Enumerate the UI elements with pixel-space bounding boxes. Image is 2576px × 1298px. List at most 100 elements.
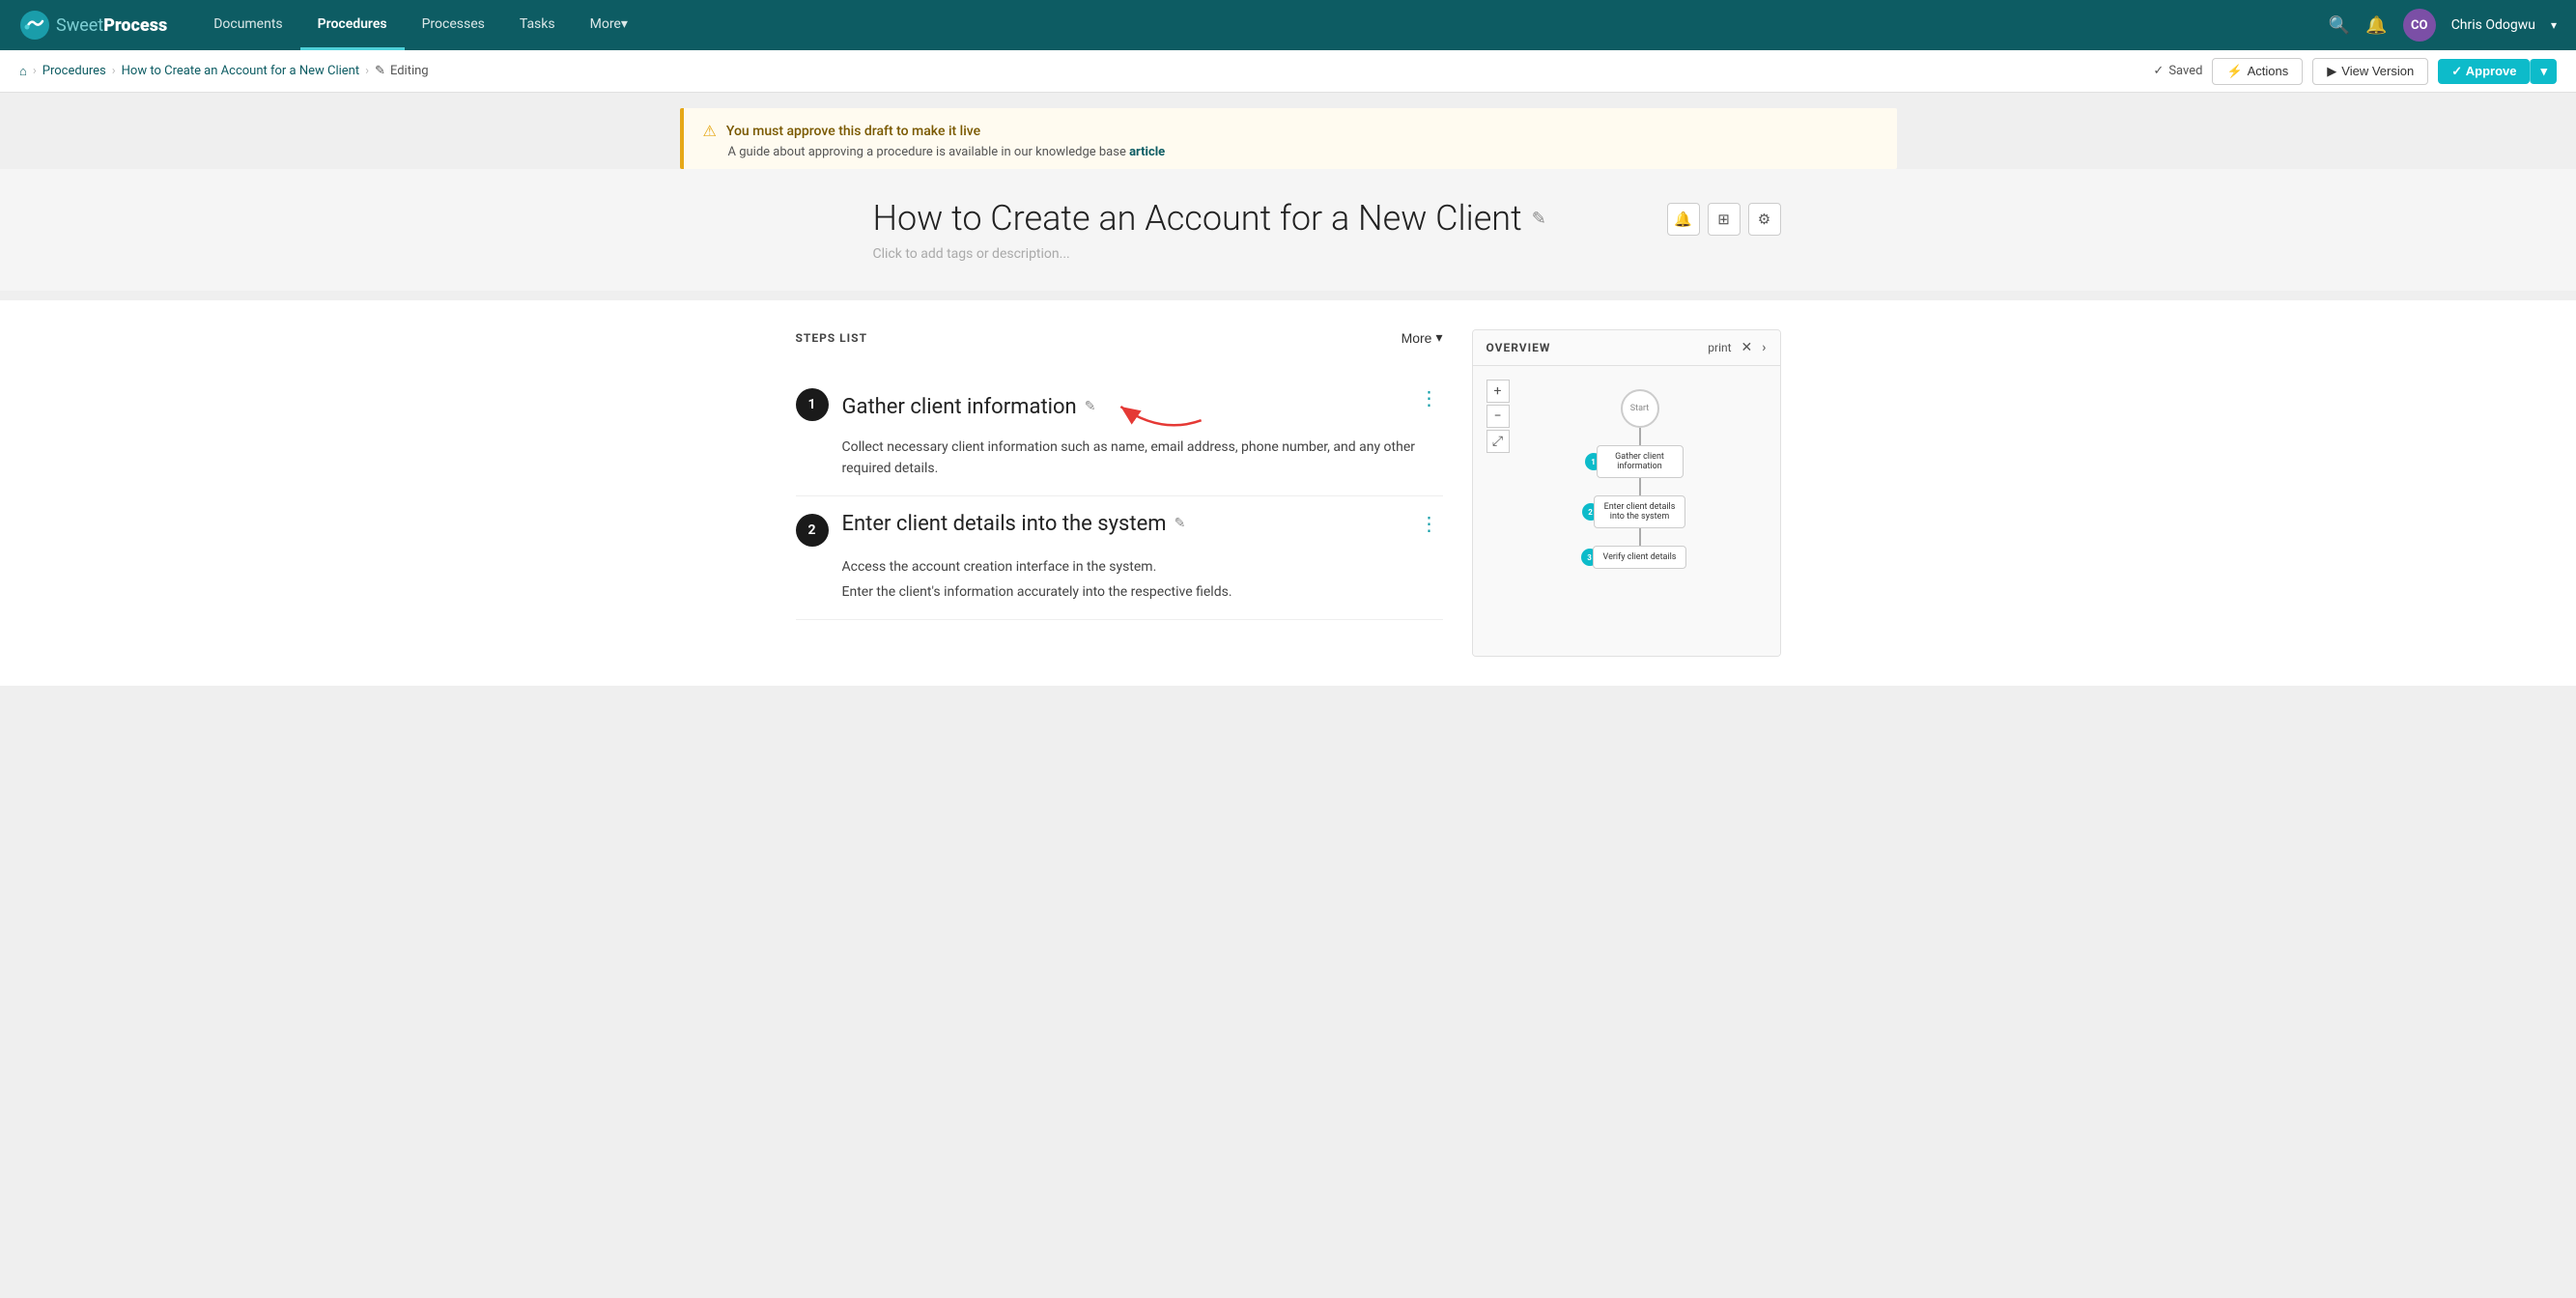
procedure-tags-placeholder[interactable]: Click to add tags or description... (873, 246, 1704, 262)
warning-banner: ⚠ You must approve this draft to make it… (680, 108, 1897, 169)
flow-line-0 (1639, 428, 1641, 445)
zoom-out-button[interactable]: − (1486, 405, 1510, 428)
step-2-title[interactable]: Enter client details into the system (842, 512, 1167, 536)
breadcrumb-actions: ✓ Saved ⚡ Actions ▶ View Version ✓ Appro… (2153, 58, 2557, 85)
step-1-menu-icon[interactable]: ⋮ (1416, 386, 1443, 409)
breadcrumb: ⌂ › Procedures › How to Create an Accoun… (19, 64, 429, 79)
step-2-menu-icon[interactable]: ⋮ (1416, 512, 1443, 535)
steps-more-button[interactable]: More ▾ (1401, 329, 1443, 346)
actions-label: Actions (2248, 64, 2289, 78)
step-1-title[interactable]: Gather client information (842, 395, 1077, 419)
approve-label: Approve (2466, 64, 2517, 78)
flow-node-wrapper-2: 2 Enter client detailsinto the system (1594, 495, 1686, 528)
breadcrumb-sep-2: › (112, 64, 116, 78)
columns-tool-button[interactable]: ⊞ (1708, 203, 1741, 236)
check-icon: ✓ (2153, 64, 2164, 78)
flow-line-2 (1639, 528, 1641, 546)
bolt-icon: ⚡ (2226, 64, 2242, 79)
procedure-title: How to Create an Account for a New Clien… (873, 198, 1704, 239)
columns-tool-icon: ⊞ (1717, 211, 1730, 228)
flow-start-node: Start (1621, 389, 1659, 428)
flow-line-1 (1639, 478, 1641, 495)
flow-node-2[interactable]: Enter client detailsinto the system (1594, 495, 1686, 528)
step-2-pencil-icon[interactable]: ✎ (1175, 516, 1186, 531)
zoom-in-button[interactable]: + (1486, 380, 1510, 403)
approve-btn-group: ✓ Approve ▾ (2438, 59, 2557, 84)
approve-dropdown-arrow: ▾ (2540, 64, 2547, 79)
step-2-number: 2 (796, 514, 829, 547)
flow-node-wrapper-1: 1 Gather clientinformation (1597, 445, 1684, 478)
overview-close-button[interactable]: ✕ (1741, 340, 1753, 355)
breadcrumb-procedure-name[interactable]: How to Create an Account for a New Clien… (122, 64, 359, 78)
warning-icon: ⚠ (703, 122, 717, 140)
procedure-tool-icons: 🔔 ⊞ ⚙ (1667, 203, 1781, 236)
brand-logo-area[interactable]: SweetProcess (19, 10, 167, 41)
overview-header: OVERVIEW print ✕ › (1473, 330, 1780, 366)
overview-panel: OVERVIEW print ✕ › + − ⤢ (1472, 329, 1781, 657)
step-item-1: 1 Gather client information ✎ (796, 371, 1443, 496)
nav-tasks[interactable]: Tasks (502, 0, 573, 50)
diagram-zoom-controls: + − ⤢ (1486, 380, 1510, 453)
editing-pencil-icon: ✎ (375, 64, 385, 78)
procedure-header-inner: 🔔 ⊞ ⚙ How to Create an Account for a New… (757, 198, 1820, 262)
breadcrumb-home[interactable]: ⌂ (19, 64, 27, 79)
approve-button[interactable]: ✓ Approve (2438, 59, 2530, 84)
gear-tool-button[interactable]: ⚙ (1748, 203, 1781, 236)
editing-label: Editing (390, 64, 429, 78)
step-1-number: 1 (796, 388, 829, 421)
play-icon: ▶ (2327, 64, 2336, 79)
view-version-label: View Version (2341, 64, 2414, 78)
nav-procedures[interactable]: Procedures (300, 0, 405, 50)
warning-article-link[interactable]: article (1129, 145, 1165, 159)
step-2-description: Access the account creation interface in… (842, 556, 1443, 578)
step-2-description-2: Enter the client's information accuratel… (842, 581, 1443, 603)
bell-icon[interactable]: 🔔 (2365, 15, 2387, 36)
step-2-header: 2 Enter client details into the system ✎… (796, 512, 1443, 547)
step-1-header: 1 Gather client information ✎ (796, 386, 1443, 427)
steps-list-header: STEPS LIST More ▾ (796, 329, 1443, 352)
sweetprocess-logo (19, 10, 50, 41)
procedure-title-edit-icon[interactable]: ✎ (1532, 209, 1546, 229)
navbar: SweetProcess Documents Procedures Proces… (0, 0, 2576, 50)
steps-more-chevron: ▾ (1435, 329, 1442, 346)
steps-more-label: More (1401, 330, 1432, 346)
flow-node-3[interactable]: Verify client details (1593, 546, 1687, 569)
warning-area: ⚠ You must approve this draft to make it… (0, 93, 2576, 169)
breadcrumb-editing: ✎ Editing (375, 64, 429, 78)
overview-header-actions: print ✕ › (1708, 340, 1766, 355)
view-version-button[interactable]: ▶ View Version (2312, 58, 2428, 85)
step-1-title-area: Gather client information ✎ (842, 386, 1402, 427)
procedure-header-area: 🔔 ⊞ ⚙ How to Create an Account for a New… (0, 169, 2576, 291)
breadcrumb-procedures[interactable]: Procedures (42, 64, 106, 78)
bell-tool-button[interactable]: 🔔 (1667, 203, 1700, 236)
approve-check-icon: ✓ (2451, 64, 2462, 79)
actions-button[interactable]: ⚡ Actions (2212, 58, 2303, 85)
overview-print-button[interactable]: print (1708, 341, 1731, 354)
saved-status: ✓ Saved (2153, 64, 2202, 78)
step-1-description: Collect necessary client information suc… (842, 437, 1443, 480)
zoom-fit-button[interactable]: ⤢ (1486, 430, 1510, 453)
brand-name: SweetProcess (56, 15, 167, 36)
nav-documents[interactable]: Documents (196, 0, 299, 50)
warning-title: ⚠ You must approve this draft to make it… (703, 122, 1878, 140)
overview-title: OVERVIEW (1486, 341, 1551, 354)
avatar[interactable]: CO (2403, 9, 2436, 42)
steps-section-inner: STEPS LIST More ▾ 1 Gather client inform… (680, 329, 1897, 657)
user-menu-chevron[interactable]: ▾ (2551, 18, 2557, 32)
steps-list-panel: STEPS LIST More ▾ 1 Gather client inform… (796, 329, 1443, 657)
nav-processes[interactable]: Processes (405, 0, 502, 50)
overview-expand-button[interactable]: › (1762, 340, 1766, 355)
nav-more[interactable]: More (573, 0, 645, 50)
step-2-title-area: Enter client details into the system ✎ (842, 512, 1402, 536)
flow-node-1[interactable]: Gather clientinformation (1597, 445, 1684, 478)
red-arrow (1113, 386, 1209, 427)
username[interactable]: Chris Odogwu (2451, 17, 2535, 33)
search-icon[interactable]: 🔍 (2329, 15, 2350, 36)
breadcrumb-sep-1: › (33, 64, 37, 78)
nav-right: 🔍 🔔 CO Chris Odogwu ▾ (2329, 9, 2557, 42)
saved-label-text: Saved (2168, 64, 2202, 78)
approve-dropdown-button[interactable]: ▾ (2530, 59, 2557, 84)
breadcrumb-sep-3: › (365, 64, 369, 78)
step-1-pencil-icon[interactable]: ✎ (1085, 399, 1096, 414)
main-content: ⚠ You must approve this draft to make it… (0, 93, 2576, 1298)
